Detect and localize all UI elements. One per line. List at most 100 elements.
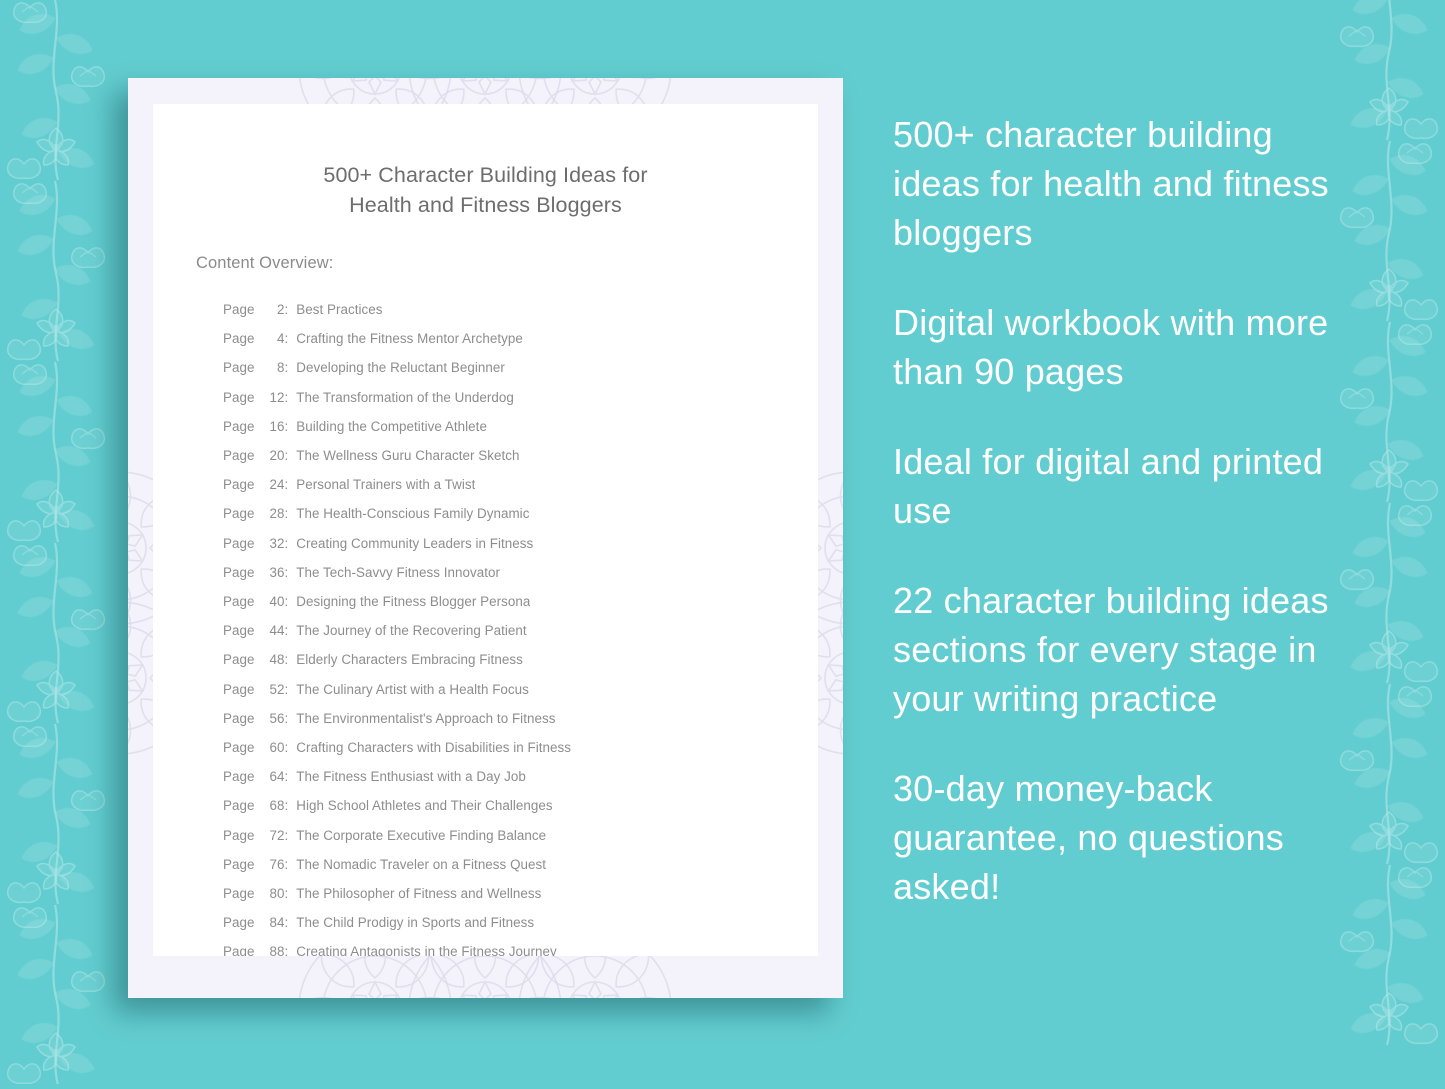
toc-entry-title: The Health-Conscious Family Dynamic: [296, 506, 530, 522]
marketing-feature-item: 30-day money-back guarantee, no question…: [893, 768, 1284, 907]
toc-page-number: 52: [269, 681, 285, 697]
toc-page-word: Page: [223, 915, 255, 931]
toc-entry-title: High School Athletes and Their Challenge…: [296, 798, 553, 814]
toc-entry-title: The Journey of the Recovering Patient: [296, 623, 527, 639]
document-preview-card: 500+ Character Building Ideas for Health…: [128, 78, 843, 998]
toc-entry-title: The Philosopher of Fitness and Wellness: [296, 886, 542, 902]
toc-page-number: 28: [269, 506, 285, 522]
toc-page-word: Page: [223, 302, 255, 317]
toc-page-number: 56: [269, 710, 285, 726]
toc-entry-title: The Culinary Artist with a Health Focus: [296, 681, 529, 697]
table-of-contents-item: Page 88: Creating Antagonists in the Fitne…: [223, 937, 818, 956]
table-of-contents-item: Page 4: Crafting the Fitness Mentor Archet…: [223, 324, 818, 353]
toc-entry-title: The Wellness Guru Character Sketch: [296, 448, 520, 464]
toc-page-number: 88: [269, 944, 285, 956]
toc-page-word: Page: [223, 827, 255, 843]
table-of-contents-item: Page 76: The Nomadic Traveler on a Fitness…: [223, 850, 818, 879]
toc-entry-title: Creating Antagonists in the Fitness Jour…: [296, 944, 557, 956]
table-of-contents-item: Page 56: The Environmentalist's Approach t…: [223, 704, 818, 733]
toc-page-number: 4: [276, 331, 285, 347]
marketing-feature-item: Ideal for digital and printed use: [893, 441, 1324, 531]
toc-page-word: Page: [223, 448, 255, 464]
toc-page-number: 8: [276, 360, 285, 376]
table-of-contents-item: Page 48: Elderly Characters Embracing Fitn…: [223, 645, 818, 674]
table-of-contents-item: Page 12: The Transformation of the Underdo…: [223, 383, 818, 412]
toc-page-word: Page: [223, 710, 255, 726]
toc-page-word: Page: [223, 798, 255, 814]
toc-page-number: 72: [269, 827, 285, 843]
toc-entry-title: The Tech-Savvy Fitness Innovator: [296, 564, 501, 580]
toc-entry-title: Crafting Characters with Disabilities in…: [296, 740, 572, 756]
toc-entry-title: Designing the Fitness Blogger Persona: [296, 594, 531, 610]
toc-entry-title: Elderly Characters Embracing Fitness: [296, 652, 523, 668]
toc-page-number: 80: [269, 886, 285, 902]
toc-page-number: 84: [269, 915, 285, 931]
toc-page-word: Page: [223, 623, 255, 639]
page-title-line-2: Health and Fitness Bloggers: [349, 193, 622, 217]
toc-entry-title: Personal Trainers with a Twist: [296, 477, 476, 493]
table-of-contents-item: Page 24: Personal Trainers with a Twist: [223, 470, 818, 499]
marketing-feature-item: 22 character building ideas sections for…: [893, 580, 1329, 719]
toc-page-number: 68: [269, 798, 285, 814]
toc-entry-title: Creating Community Leaders in Fitness: [296, 535, 534, 551]
toc-entry-title: The Corporate Executive Finding Balance: [296, 827, 547, 843]
table-of-contents-item: Page 40: Designing the Fitness Blogger Per…: [223, 587, 818, 616]
table-of-contents-item: Page 20: The Wellness Guru Character Sketc…: [223, 441, 818, 470]
toc-page-number: 2: [276, 302, 285, 317]
table-of-contents-item: Page 2: Best Practices: [223, 295, 818, 324]
table-of-contents-item: Page 64: The Fitness Enthusiast with a Day…: [223, 762, 818, 791]
table-of-contents-item: Page 72: The Corporate Executive Finding B…: [223, 821, 818, 850]
toc-page-number: 40: [269, 594, 285, 610]
table-of-contents-item: Page 52: The Culinary Artist with a Health…: [223, 675, 818, 704]
floral-vine-border-icon-left: [0, 0, 130, 1087]
toc-page-number: 44: [269, 623, 285, 639]
toc-page-number: 12: [269, 389, 285, 405]
toc-page-word: Page: [223, 652, 255, 668]
page-title-line-1: 500+ Character Building Ideas for: [323, 163, 648, 187]
toc-page-word: Page: [223, 740, 255, 756]
toc-page-number: 64: [269, 769, 285, 785]
toc-page-number: 76: [269, 856, 285, 872]
toc-page-word: Page: [223, 331, 255, 347]
marketing-feature-item: 500+ character building ideas for health…: [893, 114, 1329, 253]
table-of-contents-item: Page 80: The Philosopher of Fitness and We…: [223, 879, 818, 908]
toc-entry-title: Developing the Reluctant Beginner: [296, 360, 505, 376]
toc-entry-title: The Environmentalist's Approach to Fitne…: [296, 710, 556, 726]
marketing-feature-item: Digital workbook with more than 90 pages: [893, 302, 1329, 392]
table-of-contents-list: Page 2: Best Practices Page 4: Crafting the F…: [153, 273, 818, 956]
toc-page-word: Page: [223, 594, 255, 610]
toc-page-number: 48: [269, 652, 285, 668]
toc-page-word: Page: [223, 360, 255, 376]
toc-entry-title: Crafting the Fitness Mentor Archetype: [296, 331, 523, 347]
table-of-contents-item: Page 84: The Child Prodigy in Sports and F…: [223, 908, 818, 937]
toc-page-word: Page: [223, 506, 255, 522]
toc-entry-title: The Child Prodigy in Sports and Fitness: [296, 915, 535, 931]
toc-page-word: Page: [223, 535, 255, 551]
table-of-contents-item: Page 44: The Journey of the Recovering Pat…: [223, 616, 818, 645]
toc-page-number: 16: [269, 418, 285, 434]
toc-entry-title: Building the Competitive Athlete: [296, 418, 487, 434]
toc-entry-title: The Fitness Enthusiast with a Day Job: [296, 769, 526, 785]
toc-page-number: 60: [269, 740, 285, 756]
toc-page-word: Page: [223, 886, 255, 902]
table-of-contents-item: Page 60: Crafting Characters with Disabili…: [223, 733, 818, 762]
toc-entry-title: Best Practices: [296, 302, 383, 317]
toc-page-number: 36: [269, 564, 285, 580]
marketing-feature-list: 500+ character building ideas for health…: [893, 110, 1353, 911]
table-of-contents-item: Page 28: The Health-Conscious Family Dynam…: [223, 499, 818, 528]
toc-page-number: 32: [269, 535, 285, 551]
toc-page-word: Page: [223, 856, 255, 872]
toc-page-word: Page: [223, 564, 255, 580]
page-title: 500+ Character Building Ideas for Health…: [153, 104, 818, 220]
toc-entry-title: The Nomadic Traveler on a Fitness Quest: [296, 856, 547, 872]
table-of-contents-item: Page 68: High School Athletes and Their Ch…: [223, 791, 818, 820]
toc-page-word: Page: [223, 389, 255, 405]
toc-page-number: 24: [269, 477, 285, 493]
toc-page-word: Page: [223, 477, 255, 493]
toc-page-word: Page: [223, 418, 255, 434]
toc-entry-title: The Transformation of the Underdog: [296, 389, 514, 405]
content-overview-label: Content Overview:: [196, 254, 334, 272]
toc-page-word: Page: [223, 944, 255, 956]
table-of-contents-item: Page 8: Developing the Reluctant Beginner: [223, 353, 818, 382]
toc-page-number: 20: [269, 448, 285, 464]
